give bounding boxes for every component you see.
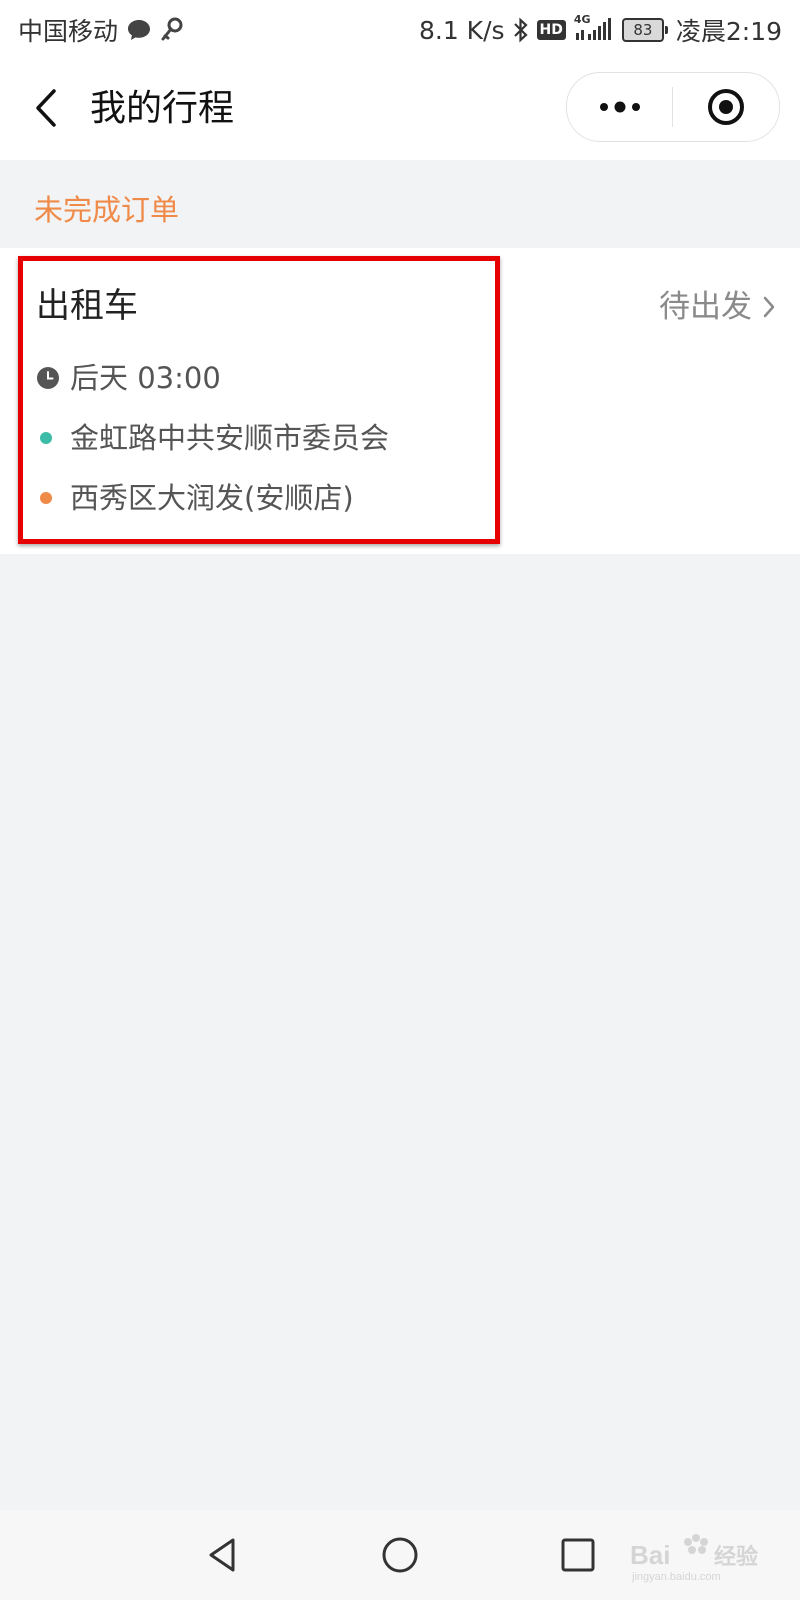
svg-text:经验: 经验	[714, 1544, 758, 1569]
destination-location: 西秀区大润发(安顺店)	[70, 481, 354, 515]
status-bar: 中国移动 8.1 K/s HD 4G 83 凌晨2:19	[0, 0, 800, 56]
target-circle-icon	[707, 89, 744, 125]
destination-dot-icon	[40, 492, 52, 504]
more-button[interactable]	[567, 73, 672, 141]
page-title: 我的行程	[90, 88, 235, 129]
system-back-button[interactable]	[192, 1530, 252, 1580]
pickup-location: 金虹路中共安顺市委员会	[70, 421, 390, 455]
network-type-label: 4G	[573, 13, 591, 26]
svg-text:Bai: Bai	[630, 1540, 670, 1570]
watermark-logo: Bai 经验 jingyan.baidu.com	[630, 1534, 758, 1583]
home-circle-icon	[382, 1537, 418, 1573]
destination-row: 西秀区大润发(安顺店)	[36, 478, 354, 518]
svg-text:jingyan.baidu.com: jingyan.baidu.com	[631, 1571, 721, 1583]
back-button[interactable]	[26, 82, 66, 134]
carrier-label: 中国移动	[18, 17, 119, 46]
net-speed: 8.1 K/s	[418, 15, 505, 45]
chevron-left-icon	[36, 89, 56, 127]
mini-program-capsule	[566, 72, 780, 142]
order-card[interactable]: 出租车 待出发 后天 03:00 金虹路中共安顺市委员会 西秀区大润发(安顺店)	[0, 248, 800, 554]
pickup-row: 金虹路中共安顺市委员会	[36, 418, 389, 458]
exit-button[interactable]	[673, 73, 778, 141]
chevron-right-icon	[763, 296, 775, 318]
order-status-label: 待出发	[659, 289, 752, 325]
battery-icon: 83	[621, 18, 668, 42]
hd-badge: HD	[536, 20, 566, 40]
recent-square-icon	[561, 1538, 595, 1572]
more-dots-icon	[599, 101, 640, 113]
system-nav-bar: Bai 经验 jingyan.baidu.com	[0, 1510, 800, 1600]
trip-time: 后天 03:00	[70, 361, 221, 395]
battery-level: 83	[633, 21, 653, 39]
order-status[interactable]: 待出发	[659, 286, 776, 328]
chat-bubble-icon	[126, 18, 152, 42]
bluetooth-icon	[513, 17, 529, 43]
clock: 凌晨2:19	[675, 17, 782, 46]
back-triangle-icon	[209, 1538, 235, 1572]
trip-time-row: 后天 03:00	[36, 358, 221, 398]
pickup-dot-icon	[40, 432, 52, 444]
title-bar: 我的行程	[0, 56, 800, 160]
key-icon	[160, 17, 184, 43]
system-home-button[interactable]	[370, 1530, 430, 1580]
system-recent-button[interactable]	[548, 1530, 608, 1580]
service-type: 出租车	[36, 286, 138, 326]
section-title: 未完成订单	[34, 193, 180, 227]
clock-icon	[37, 367, 59, 389]
signal-icon: 4G	[574, 13, 614, 43]
